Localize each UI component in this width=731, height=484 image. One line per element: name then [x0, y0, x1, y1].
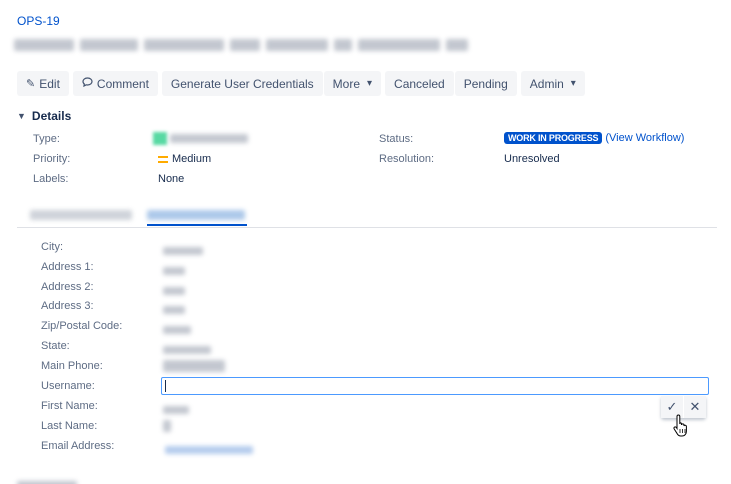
- priority-label: Priority:: [33, 153, 71, 165]
- comment-group: Comment: [72, 71, 158, 96]
- first-name-value-redacted: [163, 403, 189, 417]
- tab-second-redacted[interactable]: [147, 209, 245, 223]
- username-label: Username:: [41, 380, 95, 392]
- canceled-transition-button[interactable]: Canceled: [385, 71, 454, 96]
- pencil-icon: ✎: [26, 78, 36, 90]
- zip-label: Zip/Postal Code:: [41, 320, 123, 332]
- admin-dropdown-button[interactable]: Admin ▾: [520, 71, 585, 96]
- more-label: More: [332, 76, 360, 91]
- pending-label: Pending: [463, 76, 508, 91]
- hand-pointer-cursor-icon: [672, 414, 690, 441]
- edit-button[interactable]: ✎ Edit: [17, 71, 69, 96]
- chevron-down-icon: ▾: [367, 78, 373, 89]
- comment-button-label: Comment: [96, 76, 149, 91]
- pending-transition-button[interactable]: Pending: [454, 71, 517, 96]
- text-caret: [165, 380, 166, 392]
- state-value-redacted: [163, 343, 211, 357]
- priority-value: Medium: [158, 153, 211, 165]
- priority-medium-icon: [158, 155, 168, 163]
- actions-group: Generate User Credentials More ▾: [161, 71, 382, 96]
- admin-label: Admin: [529, 76, 564, 91]
- more-dropdown-button[interactable]: More ▾: [323, 71, 382, 96]
- address1-value-redacted: [163, 264, 185, 278]
- main-phone-value-redacted: [163, 360, 225, 375]
- email-label: Email Address:: [41, 440, 115, 452]
- labels-label: Labels:: [33, 173, 69, 185]
- status-label: Status:: [379, 133, 414, 145]
- issue-toolbar: ✎ Edit Comment Generate User Credentials…: [17, 71, 585, 96]
- check-icon: ✓: [666, 399, 678, 414]
- generate-user-credentials-label: Generate User Credentials: [170, 76, 314, 91]
- priority-value-text: Medium: [172, 153, 212, 165]
- type-value-redacted: [153, 132, 249, 145]
- resolution-value: Unresolved: [504, 153, 560, 165]
- tab-first-redacted[interactable]: [30, 209, 132, 223]
- chevron-down-icon: ▾: [570, 78, 576, 89]
- next-section-redacted: [17, 478, 77, 484]
- first-name-label: First Name:: [41, 400, 98, 412]
- state-label: State:: [41, 340, 70, 352]
- issue-view: OPS-19 ✎ Edit Comment Generate User Cred…: [0, 0, 731, 484]
- email-value-redacted[interactable]: [165, 443, 253, 457]
- city-value-redacted: [163, 244, 203, 258]
- status-value: WORK IN PROGRESS (View Workflow): [504, 132, 684, 144]
- details-heading: Details: [31, 109, 72, 123]
- admin-group: Admin ▾: [520, 71, 585, 96]
- address1-label: Address 1:: [41, 261, 94, 273]
- comment-bubble-icon: [82, 77, 93, 90]
- labels-value: None: [158, 173, 185, 185]
- type-label: Type:: [33, 133, 60, 145]
- username-input[interactable]: [161, 377, 709, 395]
- details-section-toggle[interactable]: ▼ Details: [17, 109, 71, 123]
- edit-comment-group: ✎ Edit: [17, 71, 69, 96]
- resolution-label: Resolution:: [379, 153, 435, 165]
- tab-active-indicator: [147, 224, 247, 226]
- address3-value-redacted: [163, 303, 185, 317]
- address3-label: Address 3:: [41, 300, 94, 312]
- edit-button-label: Edit: [39, 76, 60, 91]
- tabs-divider: [17, 227, 717, 228]
- zip-value-redacted: [163, 323, 191, 337]
- last-name-value-redacted: [163, 420, 171, 435]
- city-label: City:: [41, 241, 63, 253]
- status-badge: WORK IN PROGRESS: [504, 132, 603, 144]
- chevron-down-icon: ▼: [17, 111, 26, 121]
- issue-summary-redacted: [14, 36, 468, 54]
- generate-user-credentials-button[interactable]: Generate User Credentials: [161, 71, 323, 96]
- address2-value-redacted: [163, 284, 185, 298]
- canceled-label: Canceled: [394, 76, 445, 91]
- workflow-group: Canceled Pending: [385, 71, 517, 96]
- last-name-label: Last Name:: [41, 420, 98, 432]
- issue-key-link[interactable]: OPS-19: [17, 14, 60, 28]
- address2-label: Address 2:: [41, 281, 94, 293]
- close-icon: ✕: [689, 399, 701, 414]
- comment-button[interactable]: Comment: [72, 71, 158, 96]
- view-workflow-link[interactable]: (View Workflow): [605, 132, 684, 144]
- main-phone-label: Main Phone:: [41, 360, 103, 372]
